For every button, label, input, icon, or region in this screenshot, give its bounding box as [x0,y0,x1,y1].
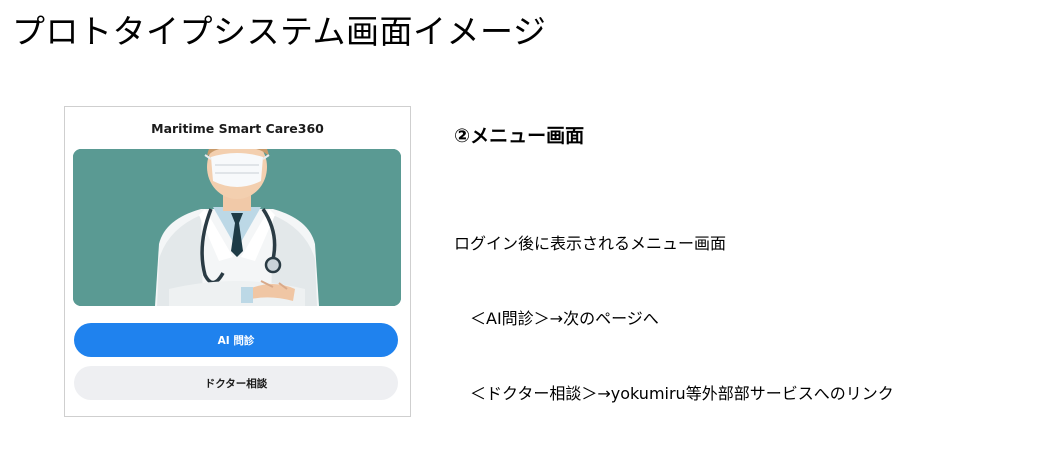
description-heading: ②メニュー画面 [454,125,585,147]
description-line: ＜ドクター相談＞→yokumiru等外部部サービスへのリンク [454,384,894,403]
description-body: ログイン後に表示されるメニュー画面 ＜AI問診＞→次のページへ ＜ドクター相談＞… [454,181,894,456]
page-title: プロトタイプシステム画面イメージ [12,12,547,51]
description-line: ＜AI問診＞→次のページへ [454,309,659,328]
description-line: ログイン後に表示されるメニュー画面 [454,234,727,253]
doctor-icon [73,149,401,306]
ai-interview-button[interactable]: AI 問診 [74,323,398,357]
phone-mockup: Maritime Smart Care360 AI 問診 ドクター相談 [64,106,411,417]
doctor-consultation-button[interactable]: ドクター相談 [74,366,398,400]
app-title: Maritime Smart Care360 [151,121,324,136]
page: プロトタイプシステム画面イメージ Maritime Smart Care360 [0,0,1042,465]
doctor-illustration [73,149,401,306]
